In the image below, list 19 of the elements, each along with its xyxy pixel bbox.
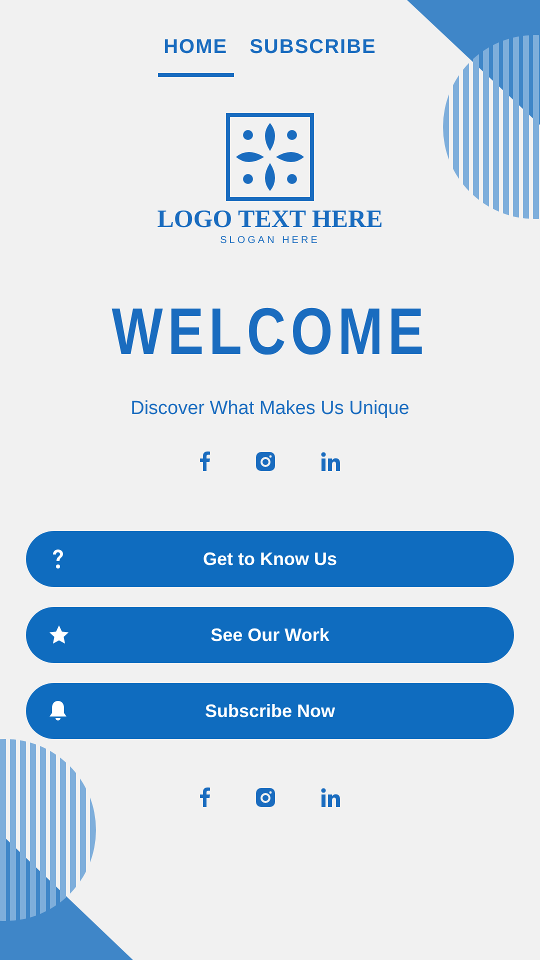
linkedin-icon[interactable]	[321, 452, 340, 470]
link-button[interactable]: See Our Work	[26, 607, 514, 663]
facebook-icon[interactable]	[200, 787, 210, 807]
facebook-icon[interactable]	[200, 451, 210, 471]
slogan: SLOGAN HERE	[220, 235, 320, 246]
nav-tab[interactable]: HOME	[158, 34, 234, 77]
flower-tile-icon	[226, 113, 314, 201]
logo-text: LOGO TEXT HERE	[157, 207, 383, 232]
instagram-icon[interactable]	[256, 452, 275, 470]
welcome-title: WELCOME	[111, 298, 429, 364]
instagram-icon[interactable]	[256, 788, 275, 806]
link-button[interactable]: Subscribe Now	[26, 683, 514, 739]
subtitle: Discover What Makes Us Unique	[130, 398, 410, 420]
bell-icon	[48, 700, 68, 722]
link-button[interactable]: Get to Know Us	[26, 531, 514, 587]
linkedin-icon[interactable]	[321, 788, 340, 806]
nav-tab[interactable]: SUBSCRIBE	[244, 34, 382, 77]
question-icon	[51, 548, 65, 570]
star-icon	[48, 624, 70, 646]
